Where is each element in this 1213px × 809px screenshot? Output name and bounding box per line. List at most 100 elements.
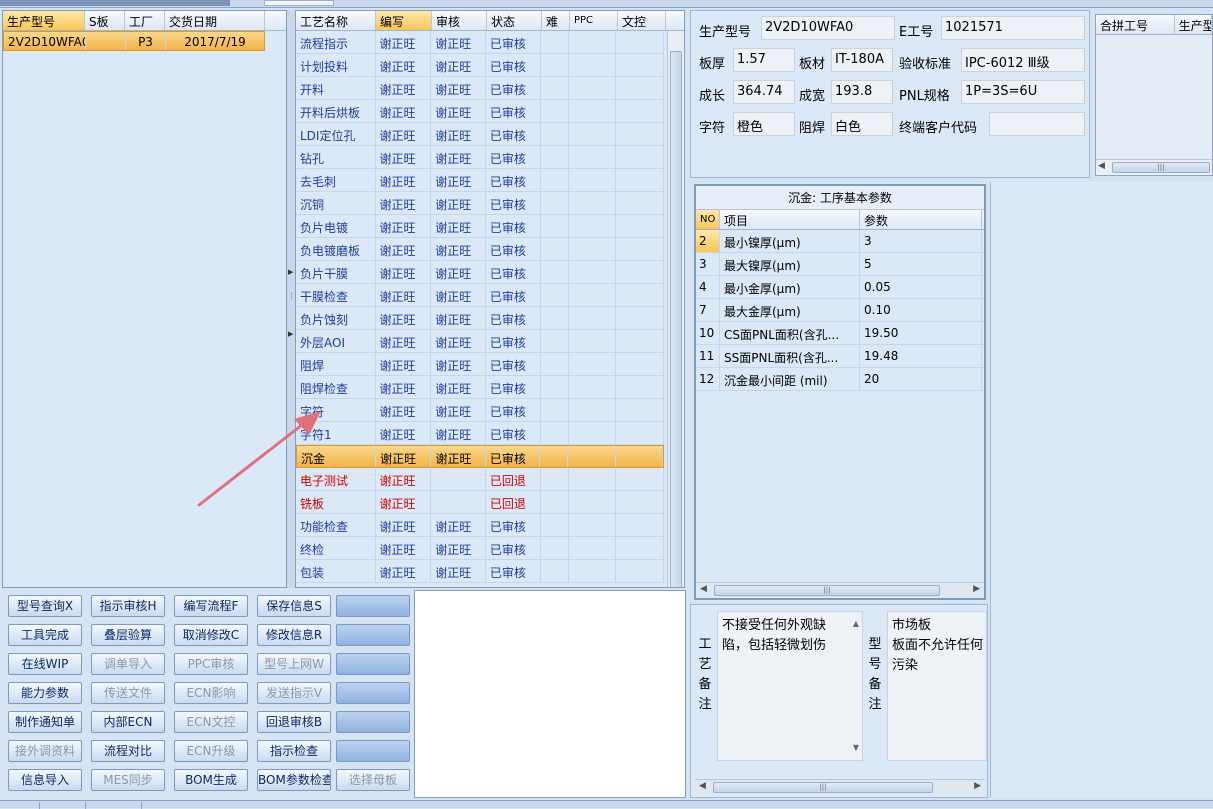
action-button[interactable]: 能力参数 [8, 682, 82, 704]
char-field[interactable]: 橙色 [733, 112, 795, 136]
horizontal-scrollbar[interactable]: ◀ ||| [1096, 159, 1212, 175]
col-header-ppc[interactable]: PPC [570, 11, 618, 30]
thickness-field[interactable]: 1.57 [733, 48, 795, 72]
table-row[interactable]: 计划投料 谢正旺 谢正旺 已审核 [296, 54, 664, 77]
scroll-thumb[interactable]: ||| [1112, 162, 1210, 173]
horizontal-scrollbar[interactable]: ◀ ||| ▶ [695, 779, 985, 795]
width-field[interactable]: 193.8 [831, 80, 893, 104]
blank-button[interactable] [336, 682, 410, 704]
pnl-field[interactable]: 1P=3S=6U [961, 80, 1085, 104]
action-button[interactable]: ECN升级 [174, 740, 248, 762]
action-button[interactable]: ECN文控 [174, 711, 248, 733]
table-row[interactable]: 负片电镀 谢正旺 谢正旺 已审核 [296, 215, 664, 238]
col-header-delivery-date[interactable]: 交货日期 [165, 11, 265, 30]
action-button[interactable]: 流程对比 [91, 740, 165, 762]
material-field[interactable]: IT-180A [831, 48, 893, 72]
table-row[interactable]: 去毛刺 谢正旺 谢正旺 已审核 [296, 169, 664, 192]
action-button[interactable]: 发送指示V [257, 682, 331, 704]
action-button[interactable]: 内部ECN [91, 711, 165, 733]
triangle-left-icon[interactable]: ◀ [1098, 161, 1105, 171]
e-number-field[interactable]: 1021571 [941, 16, 1085, 40]
action-button[interactable]: BOM参数检查 [257, 769, 331, 791]
action-button[interactable]: PPC审核 [174, 653, 248, 675]
scroll-thumb[interactable] [670, 51, 682, 587]
col-header-item[interactable]: 项目 [720, 210, 860, 229]
col-header-reviewer[interactable]: 审核 [432, 11, 487, 30]
table-row[interactable]: 阻焊 谢正旺 谢正旺 已审核 [296, 353, 664, 376]
table-row[interactable]: 功能检查 谢正旺 谢正旺 已审核 [296, 514, 664, 537]
table-row[interactable]: 终检 谢正旺 谢正旺 已审核 [296, 537, 664, 560]
triangle-left-icon[interactable]: ◀ [700, 584, 707, 594]
col-header-doc-control[interactable]: 文控 [618, 11, 666, 30]
col-header-s-board[interactable]: S板 [85, 11, 125, 30]
table-row[interactable]: 开料后烘板 谢正旺 谢正旺 已审核 [296, 100, 664, 123]
col-header-no[interactable]: NO [696, 210, 720, 229]
action-button[interactable]: 编写流程F [174, 595, 248, 617]
action-button[interactable]: 指示检查 [257, 740, 331, 762]
action-button[interactable]: 传送文件 [91, 682, 165, 704]
table-row[interactable]: 钻孔 谢正旺 谢正旺 已审核 [296, 146, 664, 169]
model-field[interactable]: 2V2D10WFA0 [761, 16, 895, 40]
action-button[interactable]: 工具完成 [8, 624, 82, 646]
col-header-process-name[interactable]: 工艺名称 [296, 11, 376, 30]
customer-field[interactable] [989, 112, 1085, 136]
action-button[interactable]: 制作通知单 [8, 711, 82, 733]
table-row[interactable]: 12 沉金最小间距 (mil) 20 [696, 368, 984, 391]
table-row[interactable]: 负电镀磨板 谢正旺 谢正旺 已审核 [296, 238, 664, 261]
action-button[interactable]: 型号查询X [8, 595, 82, 617]
col-header-combined-model[interactable]: 生产型 [1175, 15, 1212, 34]
table-row[interactable]: 11 SS面PNL面积(含孔... 19.48 [696, 345, 984, 368]
action-button[interactable]: 选择母板 [336, 769, 410, 791]
table-row[interactable]: 2V2D10WFA0 P3 2017/7/19 [3, 31, 265, 51]
action-button[interactable]: 修改信息R [257, 624, 331, 646]
action-button[interactable]: BOM生成 [174, 769, 248, 791]
table-row[interactable]: 负片蚀刻 谢正旺 谢正旺 已审核 [296, 307, 664, 330]
col-header-difficulty[interactable]: 难 [542, 11, 570, 30]
action-button[interactable]: 回退审核B [257, 711, 331, 733]
table-row[interactable]: 3 最大镍厚(μm) 5 [696, 253, 984, 276]
scroll-thumb[interactable]: ||| [714, 585, 940, 596]
col-header-writer[interactable]: 编写 [376, 11, 432, 30]
vertical-scrollbar[interactable] [667, 31, 684, 587]
action-button[interactable]: 在线WIP [8, 653, 82, 675]
blank-button[interactable] [336, 711, 410, 733]
action-button[interactable]: 取消修改C [174, 624, 248, 646]
mask-field[interactable]: 白色 [831, 112, 893, 136]
table-row[interactable]: 4 最小金厚(μm) 0.05 [696, 276, 984, 299]
scroll-thumb[interactable]: ||| [713, 782, 933, 793]
table-row[interactable]: 10 CS面PNL面积(含孔... 19.50 [696, 322, 984, 345]
table-row[interactable]: 字符1 谢正旺 谢正旺 已审核 [296, 422, 664, 445]
col-header-model[interactable]: 生产型号 [3, 11, 85, 30]
blank-button[interactable] [336, 740, 410, 762]
table-row[interactable]: 流程指示 谢正旺 谢正旺 已审核 [296, 31, 664, 54]
blank-button[interactable] [336, 624, 410, 646]
action-button[interactable]: 型号上网W [257, 653, 331, 675]
table-row[interactable]: 字符 谢正旺 谢正旺 已审核 [296, 399, 664, 422]
triangle-right-icon[interactable]: ▶ [974, 781, 981, 791]
model-remark-field[interactable]: 市场板 板面不允许任何污染 [887, 611, 987, 761]
length-field[interactable]: 364.74 [733, 80, 795, 104]
table-row[interactable]: 阻焊检查 谢正旺 谢正旺 已审核 [296, 376, 664, 399]
process-grid[interactable]: 工艺名称 编写 审核 状态 难 PPC 文控 流程指示 谢正旺 谢正旺 已审核 计划投料… [295, 10, 685, 588]
action-button[interactable]: 调单导入 [91, 653, 165, 675]
triangle-up-icon[interactable]: ▲ [853, 614, 859, 634]
action-button[interactable]: MES同步 [91, 769, 165, 791]
table-row[interactable]: 沉金 谢正旺 谢正旺 已审核 [296, 445, 664, 468]
action-button[interactable]: 接外调资料 [8, 740, 82, 762]
action-button[interactable]: 信息导入 [8, 769, 82, 791]
table-row[interactable]: LDI定位孔 谢正旺 谢正旺 已审核 [296, 123, 664, 146]
triangle-left-icon[interactable]: ◀ [699, 781, 706, 791]
blank-button[interactable] [336, 595, 410, 617]
col-header-combined-job[interactable]: 合拼工号 [1096, 15, 1175, 34]
blank-button[interactable] [336, 653, 410, 675]
table-row[interactable]: 负片干膜 谢正旺 谢正旺 已审核 [296, 261, 664, 284]
table-row[interactable]: 电子测试 谢正旺 已回退 [296, 468, 664, 491]
table-row[interactable]: 外层AOI 谢正旺 谢正旺 已审核 [296, 330, 664, 353]
horizontal-scrollbar[interactable]: ◀ ||| ▶ [696, 582, 984, 598]
col-header-status[interactable]: 状态 [487, 11, 542, 30]
process-remark-field[interactable]: 不接受任何外观缺陷，包括轻微划伤 ▲ ▼ [717, 611, 863, 761]
table-row[interactable]: 7 最大金厚(μm) 0.10 [696, 299, 984, 322]
action-button[interactable]: ECN影响 [174, 682, 248, 704]
triangle-right-icon[interactable]: ▶ [973, 584, 980, 594]
table-row[interactable]: 开料 谢正旺 谢正旺 已审核 [296, 77, 664, 100]
